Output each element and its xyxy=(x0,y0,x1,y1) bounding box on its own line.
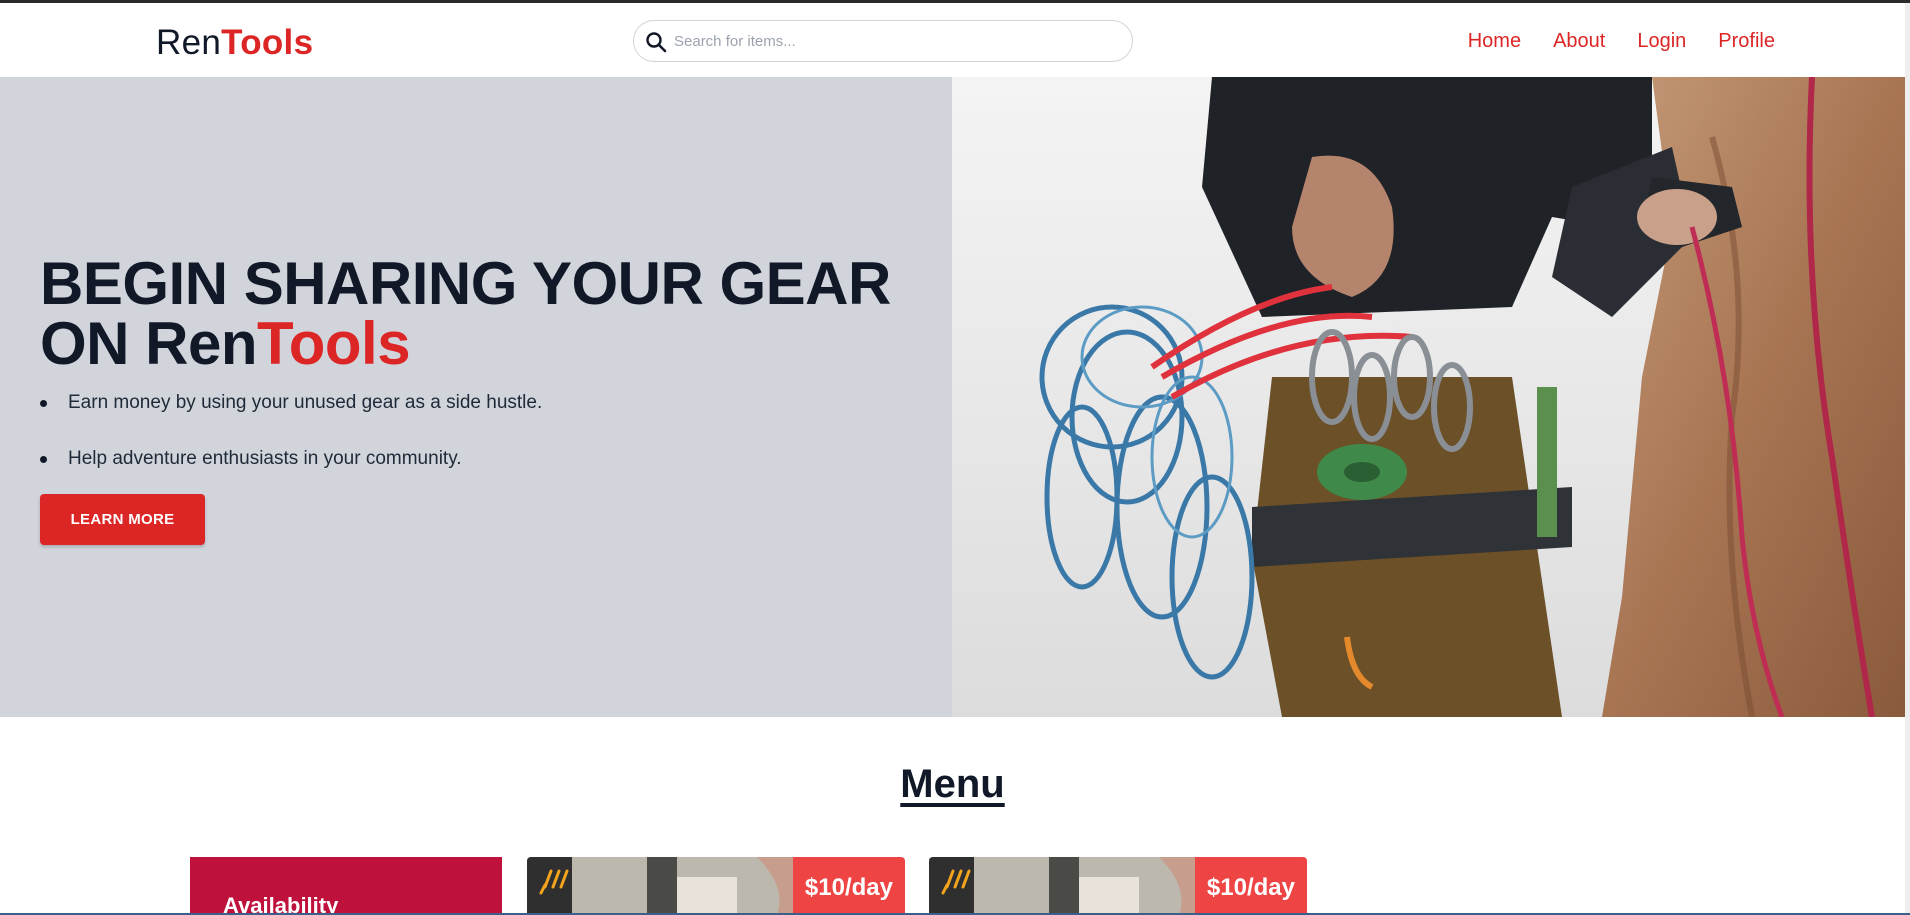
hero-image xyxy=(952,77,1905,717)
nav-link-home[interactable]: Home xyxy=(1468,28,1521,54)
main-nav: Home About Login Profile xyxy=(1468,28,1775,54)
climber-with-gear-photo-icon xyxy=(952,77,1905,717)
hero-text-panel: BEGIN SHARING YOUR GEAR ON RenTools Earn… xyxy=(0,77,952,717)
hero-benefits-list: Earn money by using your unused gear as … xyxy=(40,389,542,501)
nav-link-login[interactable]: Login xyxy=(1637,28,1686,54)
hero-headline-brand-ren: Ren xyxy=(145,310,258,377)
hero-headline-brand-tools: Tools xyxy=(257,310,411,377)
availability-heading: Availability xyxy=(223,893,339,915)
benefit-item: Help adventure enthusiasts in your commu… xyxy=(40,445,542,473)
benefit-item: Earn money by using your unused gear as … xyxy=(40,389,542,417)
availability-filter-panel[interactable]: Availability xyxy=(190,857,502,915)
item-card[interactable]: $10/day xyxy=(929,857,1307,915)
search-bar[interactable] xyxy=(633,20,1133,62)
hero-headline: BEGIN SHARING YOUR GEAR ON RenTools xyxy=(40,254,920,374)
site-header: RenTools Home About Login Profile xyxy=(0,3,1905,77)
page-scrollbar[interactable] xyxy=(1905,3,1910,915)
menu-heading: Menu xyxy=(900,762,1005,806)
price-badge: $10/day xyxy=(1194,857,1307,915)
site-logo[interactable]: RenTools xyxy=(156,23,313,63)
price-badge: $10/day xyxy=(792,857,905,915)
nav-link-about[interactable]: About xyxy=(1553,28,1605,54)
learn-more-button[interactable]: LEARN MORE xyxy=(40,494,205,545)
item-card[interactable]: $10/day xyxy=(527,857,905,915)
hero-headline-prefix: ON xyxy=(40,310,146,377)
search-icon[interactable] xyxy=(644,30,668,54)
logo-text-ren: Ren xyxy=(156,23,222,62)
nav-link-profile[interactable]: Profile xyxy=(1718,28,1775,54)
logo-text-tools: Tools xyxy=(221,23,314,62)
hero-headline-line1: BEGIN SHARING YOUR GEAR xyxy=(40,250,891,317)
search-input[interactable] xyxy=(674,27,1114,55)
